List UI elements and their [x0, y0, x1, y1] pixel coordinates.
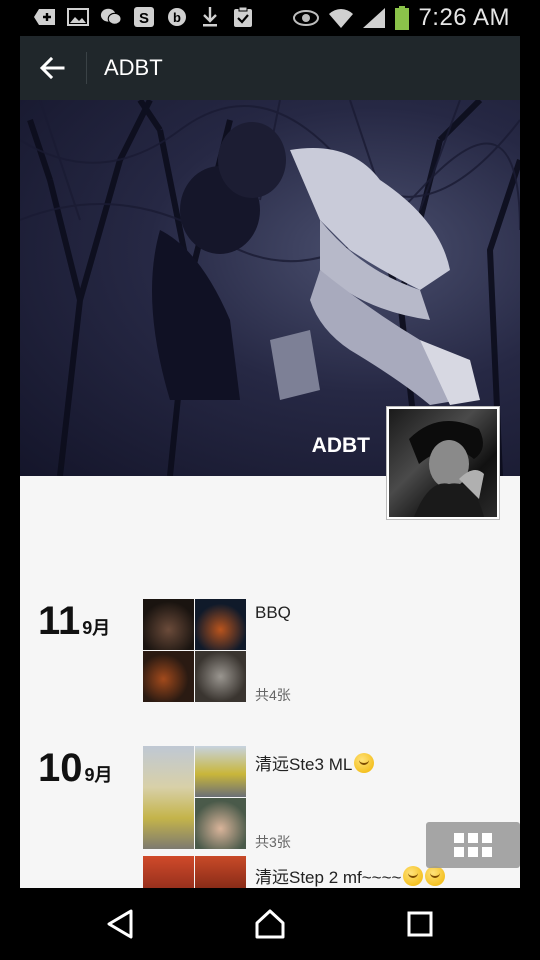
- photo-thumbnail[interactable]: [143, 651, 194, 702]
- recents-icon: [407, 911, 433, 937]
- image-icon: [67, 6, 89, 28]
- home-icon: [255, 909, 285, 939]
- photo-thumbnail[interactable]: [195, 856, 246, 888]
- action-bar: ADBT: [20, 36, 520, 100]
- avatar-image: [389, 409, 497, 517]
- back-triangle-icon: [107, 909, 133, 939]
- nav-recents-button[interactable]: [400, 904, 440, 944]
- wechat-icon: [100, 6, 122, 28]
- clock: 7:26 AM: [418, 4, 510, 31]
- svg-text:b: b: [173, 10, 181, 25]
- post-date: 11 9月: [38, 599, 111, 643]
- photo-thumbnail[interactable]: [195, 599, 246, 650]
- kissing-face-icon: [354, 753, 375, 773]
- nav-home-button[interactable]: [250, 904, 290, 944]
- clipboard-check-icon: [232, 6, 254, 28]
- weibo-icon: S: [133, 6, 155, 28]
- battery-icon: [394, 6, 410, 30]
- grid-view-button[interactable]: [426, 822, 520, 868]
- photo-count: 共3张: [255, 834, 291, 850]
- notification-icons: S b: [34, 6, 254, 28]
- post-date: 10 9月: [38, 746, 113, 790]
- photo-thumbnail[interactable]: [195, 651, 246, 702]
- wifi-icon: [328, 7, 354, 29]
- list-item[interactable]: 11 9月 BBQ 共4张: [20, 599, 520, 709]
- page-title: ADBT: [104, 55, 163, 80]
- system-status: 7:26 AM: [292, 4, 510, 32]
- photo-thumbnail[interactable]: [143, 746, 194, 849]
- photo-thumbnail[interactable]: [195, 746, 246, 797]
- status-bar: S b 7:26 AM: [0, 0, 540, 36]
- album-page: ADBT ADBT 11 9月 BBQ 共4张 10 9月 清远Ste3 ML …: [20, 36, 520, 888]
- signal-icon: [362, 7, 386, 29]
- photo-count: 共4张: [255, 687, 291, 703]
- photo-grid[interactable]: [143, 599, 246, 702]
- arrow-left-icon: [39, 57, 65, 79]
- smiling-face-icon: [425, 866, 446, 886]
- photo-grid[interactable]: [143, 856, 246, 888]
- post-title: BBQ: [255, 603, 291, 622]
- grid-icon: [454, 833, 492, 857]
- photo-thumbnail[interactable]: [143, 599, 194, 650]
- post-title: 清远Ste3 ML: [255, 750, 375, 775]
- back-button[interactable]: [34, 50, 70, 86]
- navigation-bar: [0, 888, 540, 960]
- profile-name: ADBT: [311, 434, 370, 457]
- b-icon: b: [166, 6, 188, 28]
- divider: [86, 52, 87, 84]
- add-icon: [34, 6, 56, 28]
- post-title: 清远Step 2 mf~~~~: [255, 863, 446, 888]
- photo-thumbnail[interactable]: [143, 856, 194, 888]
- download-icon: [199, 6, 221, 28]
- avatar[interactable]: [386, 406, 500, 520]
- photo-grid[interactable]: [143, 746, 246, 849]
- photo-thumbnail[interactable]: [195, 798, 246, 849]
- smiling-face-icon: [403, 866, 424, 886]
- svg-text:S: S: [139, 10, 149, 27]
- eye-icon: [292, 7, 320, 29]
- nav-back-button[interactable]: [100, 904, 140, 944]
